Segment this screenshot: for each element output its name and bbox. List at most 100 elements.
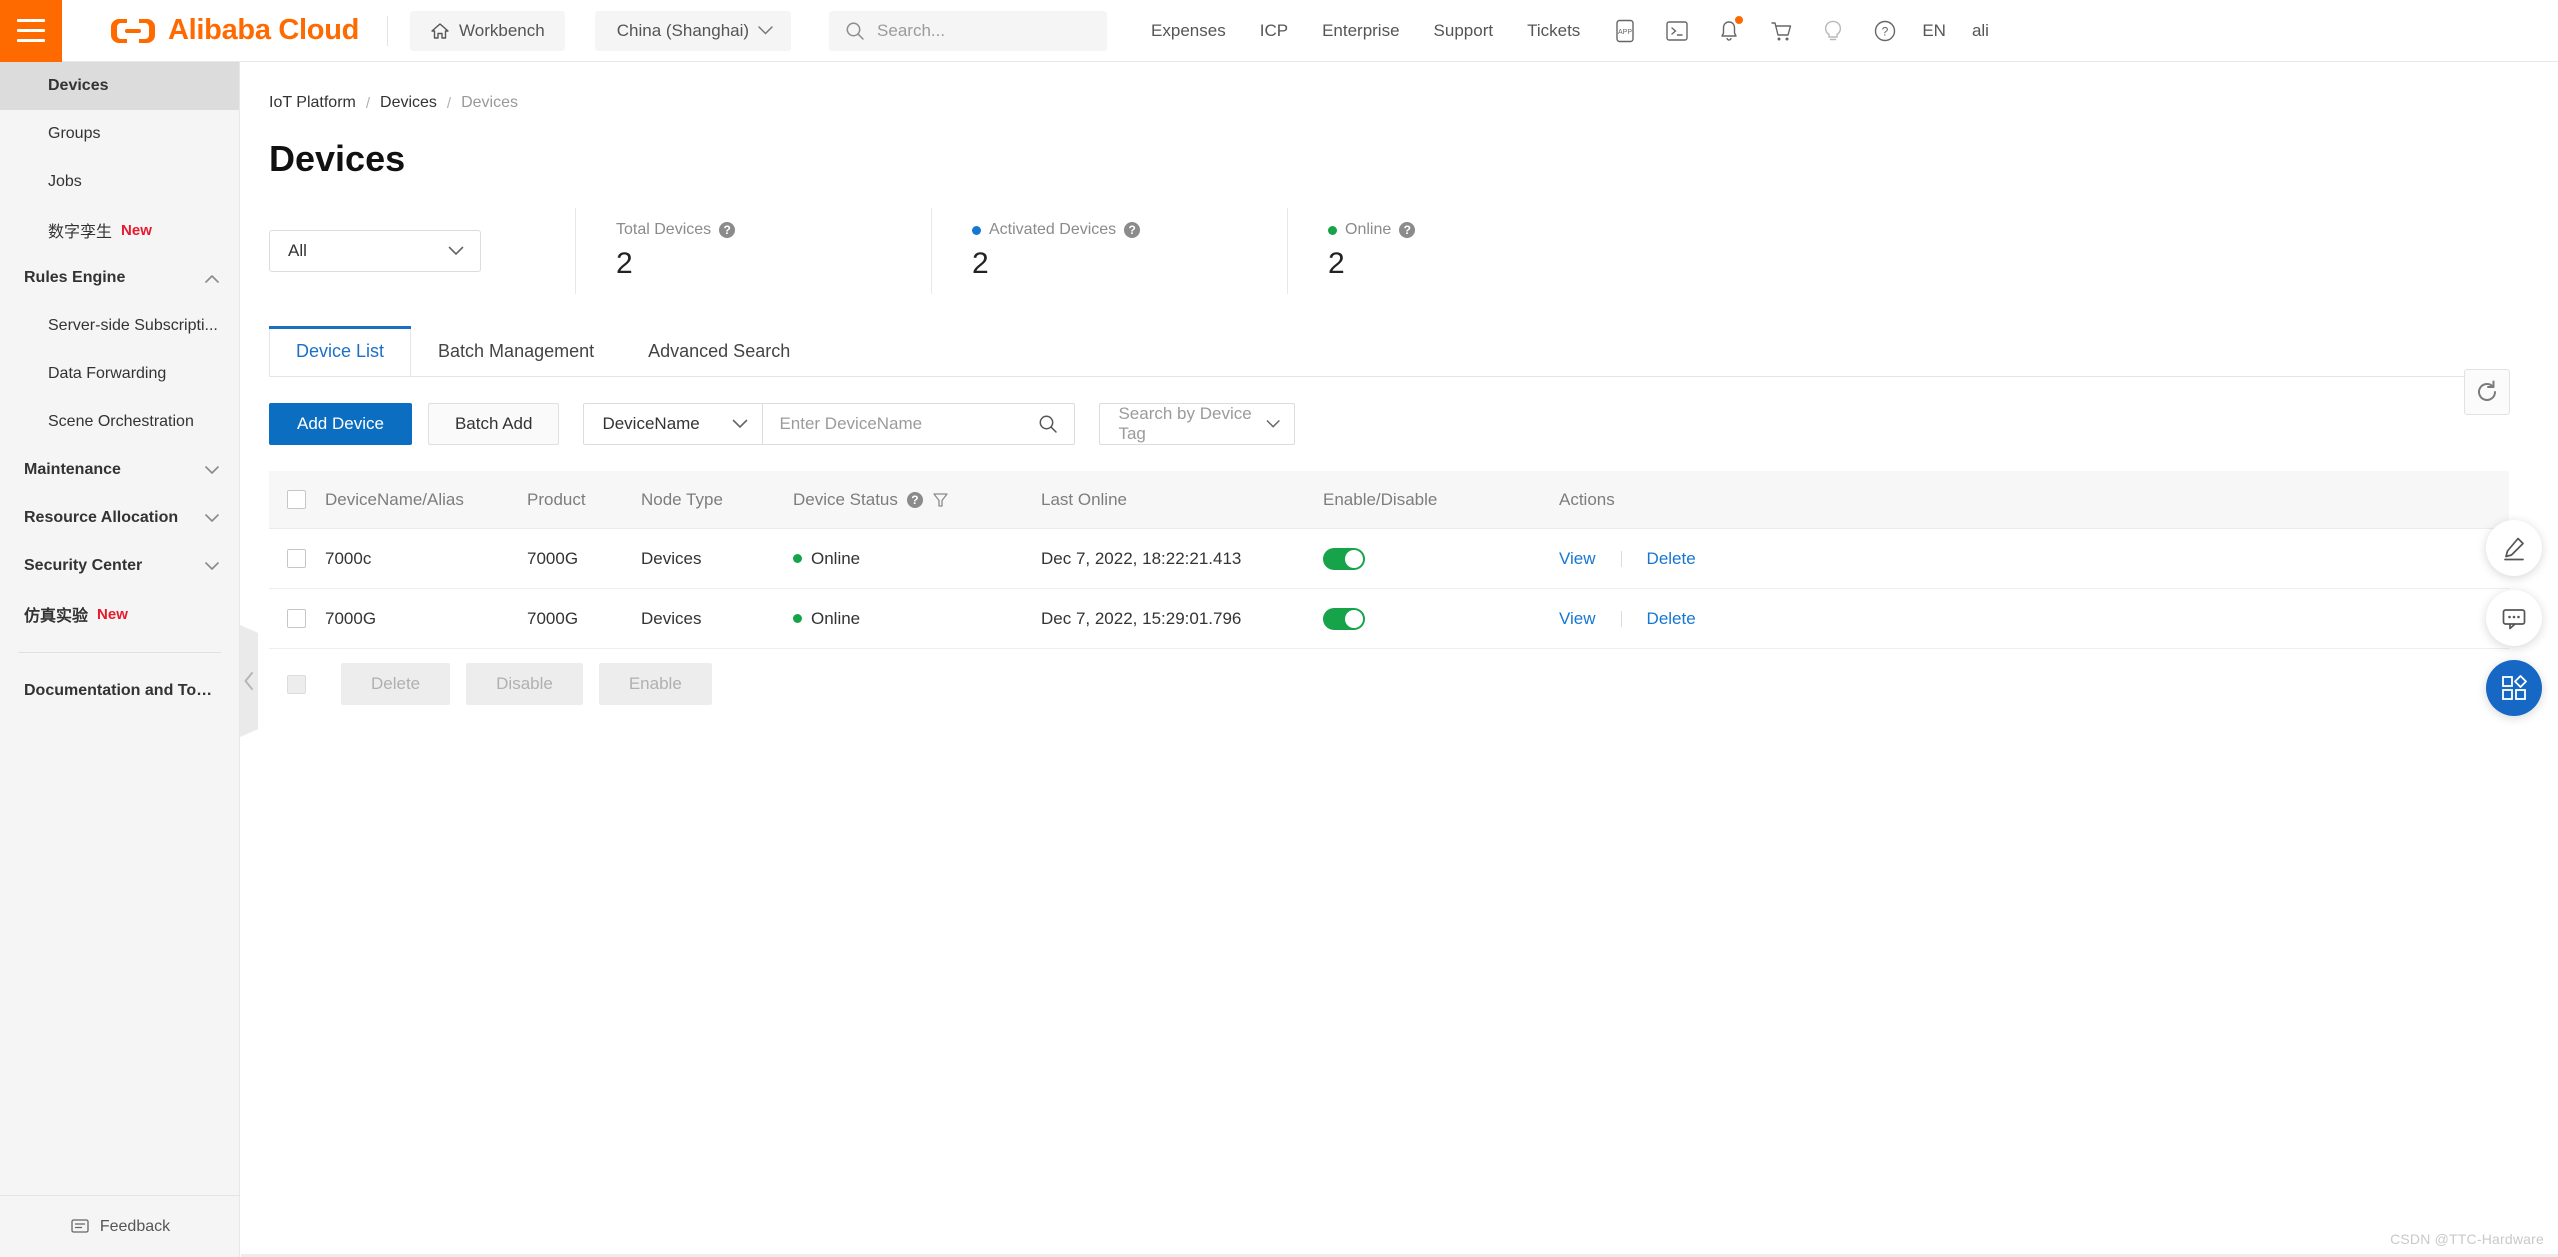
row-checkbox[interactable] — [287, 609, 306, 628]
enable-toggle[interactable] — [1323, 547, 1365, 570]
workbench-button[interactable]: Workbench — [410, 10, 565, 51]
delete-link[interactable]: Delete — [1647, 549, 1696, 569]
grid-apps-icon — [2502, 675, 2527, 700]
feedback-button[interactable]: Feedback — [0, 1195, 240, 1257]
chevron-left-icon — [244, 672, 253, 690]
help-circle-icon[interactable]: ? — [719, 222, 736, 238]
search-field-value: DeviceName — [602, 414, 700, 433]
device-tag-select[interactable]: Search by Device Tag — [1099, 403, 1296, 445]
cell-enable-disable — [1323, 547, 1559, 570]
sidebar-item-11[interactable]: 仿真实验 New — [0, 590, 239, 638]
breadcrumb-separator: / — [365, 94, 371, 112]
batch-select-cell — [269, 674, 325, 694]
status-dot — [793, 554, 802, 563]
sidebar-item-10[interactable]: Security Center — [0, 542, 239, 590]
sidebar-item-5[interactable]: Server-side Subscripti... — [0, 302, 239, 350]
nav-link-enterprise[interactable]: Enterprise — [1322, 21, 1399, 41]
cell-node-type: Devices — [641, 548, 702, 568]
sidebar-item-label: Devices — [48, 77, 109, 94]
tab-device-list[interactable]: Device List — [269, 326, 412, 376]
refresh-button[interactable] — [2464, 369, 2510, 415]
lightbulb-icon[interactable] — [1820, 18, 1846, 44]
stat-label: Online — [1345, 221, 1392, 238]
delete-link[interactable]: Delete — [1647, 609, 1696, 629]
chevron-down-icon — [205, 561, 219, 570]
batch-add-button[interactable]: Batch Add — [427, 403, 560, 445]
region-selector[interactable]: China (Shanghai) — [594, 10, 792, 51]
chat-support-fab[interactable] — [2486, 590, 2542, 646]
funnel-filter-icon[interactable] — [932, 491, 949, 509]
enable-toggle[interactable] — [1323, 607, 1365, 630]
sidebar-item-new-badge: New — [121, 221, 152, 239]
sidebar-item-2[interactable]: Jobs — [0, 158, 239, 206]
help-circle-icon[interactable]: ? — [1872, 18, 1898, 44]
account-name[interactable]: ali — [1972, 21, 1989, 41]
sidebar-collapse-handle[interactable] — [240, 625, 258, 737]
sidebar-item-label: Maintenance — [24, 461, 121, 478]
view-link[interactable]: View — [1559, 609, 1596, 629]
sidebar-item-9[interactable]: Resource Allocation — [0, 494, 239, 542]
action-separator — [1620, 610, 1622, 627]
sidebar-item-7[interactable]: Scene Orchestration — [0, 398, 239, 446]
left-sidebar: Devices Groups Jobs 数字孪生 New Rules Engine Serv… — [0, 62, 240, 1257]
search-icon — [846, 22, 864, 40]
hamburger-menu-icon[interactable] — [0, 0, 62, 62]
sidebar-item-3[interactable]: 数字孪生 New — [0, 206, 239, 254]
batch-select-checkbox[interactable] — [287, 674, 306, 694]
table-row: 7000c 7000G Devices Online Dec 7, 2022, 18:2… — [269, 529, 2509, 589]
nav-link-expenses[interactable]: Expenses — [1151, 21, 1226, 41]
sidebar-item-1[interactable]: Groups — [0, 110, 239, 158]
stat-value: 2 — [616, 247, 633, 280]
batch-enable-button[interactable]: Enable — [598, 663, 712, 705]
breadcrumb-separator: / — [446, 94, 452, 112]
help-circle-icon[interactable]: ? — [906, 491, 923, 508]
device-tag-placeholder: Search by Device Tag — [1118, 404, 1252, 443]
row-checkbox[interactable] — [287, 549, 306, 568]
status-dot — [793, 614, 802, 623]
device-search-input[interactable]: Enter DeviceName — [763, 403, 1076, 445]
search-icon[interactable] — [1038, 414, 1058, 434]
chevron-down-icon — [205, 465, 219, 474]
batch-disable-button[interactable]: Disable — [466, 663, 583, 705]
edit-feedback-fab[interactable] — [2486, 520, 2542, 576]
nav-link-icp[interactable]: ICP — [1260, 21, 1288, 41]
sidebar-item-0[interactable]: Devices — [0, 62, 239, 110]
nav-link-support[interactable]: Support — [1434, 21, 1494, 41]
status-label: Online — [811, 608, 861, 628]
product-filter-select[interactable]: All — [269, 230, 481, 272]
nav-link-tickets[interactable]: Tickets — [1527, 21, 1580, 41]
brand-logo[interactable]: Alibaba Cloud — [110, 14, 359, 47]
add-device-button[interactable]: Add Device — [269, 403, 412, 445]
tab-advanced-search[interactable]: Advanced Search — [621, 326, 817, 376]
apps-grid-fab[interactable] — [2486, 660, 2542, 716]
sidebar-item-label: Rules Engine — [24, 269, 126, 286]
breadcrumb-current: Devices — [461, 94, 518, 111]
breadcrumb-item-devices[interactable]: Devices — [380, 94, 437, 112]
tab-batch-management[interactable]: Batch Management — [411, 326, 621, 376]
devices-table: DeviceName/Alias Product Node Type Devic… — [269, 471, 2509, 649]
sidebar-item-4[interactable]: Rules Engine — [0, 254, 239, 302]
batch-delete-button[interactable]: Delete — [341, 663, 451, 705]
breadcrumb-item-iot-platform[interactable]: IoT Platform — [269, 94, 356, 112]
console-terminal-icon[interactable] — [1664, 18, 1690, 44]
table-toolbar: Add Device Batch Add DeviceName Enter De… — [269, 403, 2558, 445]
sidebar-item-label: Groups — [48, 125, 101, 142]
sidebar-item-8[interactable]: Maintenance — [0, 446, 239, 494]
search-field-select[interactable]: DeviceName — [583, 403, 764, 445]
stat-card-2: Online? 2 — [1287, 208, 1577, 294]
feedback-icon — [71, 1218, 89, 1233]
sidebar-item-6[interactable]: Data Forwarding — [0, 350, 239, 398]
help-circle-icon[interactable]: ? — [1399, 222, 1416, 238]
view-link[interactable]: View — [1559, 549, 1596, 569]
global-search-input[interactable]: Search... — [829, 10, 1108, 51]
language-selector[interactable]: EN — [1922, 21, 1946, 41]
help-circle-icon[interactable]: ? — [1124, 222, 1141, 238]
cart-icon[interactable] — [1768, 18, 1794, 44]
cell-actions: View Delete — [1559, 549, 2509, 569]
sidebar-item-label: Resource Allocation — [24, 509, 179, 526]
select-all-checkbox[interactable] — [287, 490, 306, 509]
app-icon[interactable]: APP — [1612, 18, 1638, 44]
bell-icon[interactable] — [1716, 15, 1744, 44]
column-actions: Actions — [1559, 489, 1615, 509]
sidebar-item-documentation[interactable]: Documentation and Tools — [0, 667, 239, 715]
